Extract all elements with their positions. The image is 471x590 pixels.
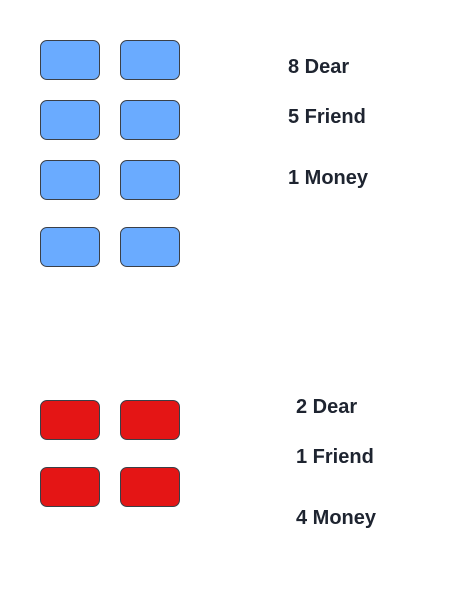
- blue-tile: [120, 160, 180, 200]
- blue-tile: [40, 160, 100, 200]
- red-label-money: 4 Money: [296, 507, 377, 529]
- blue-label-dear: 8 Dear: [288, 56, 350, 78]
- blue-tile: [40, 227, 100, 267]
- red-tile: [120, 400, 180, 440]
- red-tile: [120, 467, 180, 507]
- red-tile: [40, 400, 100, 440]
- red-label-friend: 1 Friend: [296, 446, 374, 468]
- blue-tile: [40, 100, 100, 140]
- blue-label-money: 1 Money: [288, 167, 369, 189]
- blue-tile: [120, 40, 180, 80]
- red-tile: [40, 467, 100, 507]
- blue-tile: [40, 40, 100, 80]
- red-label-dear: 2 Dear: [296, 396, 358, 418]
- blue-label-friend: 5 Friend: [288, 106, 366, 128]
- blue-tile: [120, 100, 180, 140]
- blue-tile: [120, 227, 180, 267]
